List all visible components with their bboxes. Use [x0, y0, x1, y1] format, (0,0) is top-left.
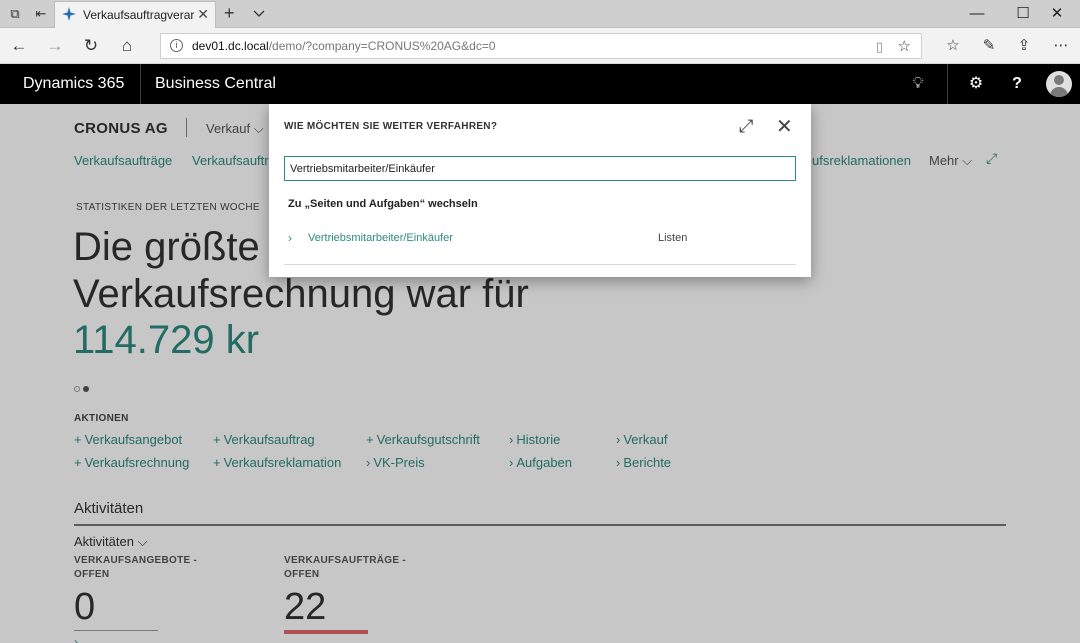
forward-icon[interactable]: →: [44, 35, 66, 57]
search-result-link[interactable]: Vertriebsmitarbeiter/Einkäufer: [308, 232, 453, 244]
app-header: Dynamics 365 Business Central 💡︎ ⚙ ?: [0, 64, 1080, 104]
window-close-icon[interactable]: ✕: [1034, 0, 1080, 28]
url-path: /demo/?company=CRONUS%20AG&dc=0: [268, 39, 496, 53]
search-result-category: Listen: [658, 232, 688, 244]
browser-address-bar: ← → ↻ ⌂ i dev01.dc.local/demo/?company=C…: [0, 28, 1080, 64]
header-divider: [140, 64, 141, 104]
dialog-divider: [284, 264, 796, 265]
search-result-row[interactable]: › Vertriebsmitarbeiter/Einkäufer Listen: [284, 226, 796, 252]
avatar-body: [1050, 87, 1068, 97]
refresh-icon[interactable]: ↻: [80, 35, 102, 57]
home-icon[interactable]: ⌂: [116, 35, 138, 57]
browser-tab[interactable]: Verkaufsauftragverarbei ✕: [54, 1, 216, 28]
favorites-hub-icon[interactable]: ☆: [942, 35, 964, 57]
share-icon[interactable]: ⇪: [1013, 35, 1035, 57]
browser-tab-bar: ⧉ ⇤ Verkaufsauftragverarbei ✕ + — ☐ ✕: [0, 0, 1080, 28]
new-tab-icon[interactable]: +: [224, 3, 235, 24]
site-info-icon[interactable]: i: [170, 39, 183, 52]
set-tabs-aside-icon[interactable]: ⇤: [33, 6, 49, 22]
url-text: dev01.dc.local/demo/?company=CRONUS%20AG…: [192, 39, 496, 53]
chevron-right-icon: ›: [288, 231, 292, 245]
reading-view-icon[interactable]: ▯: [876, 39, 883, 55]
results-section-heading: Zu „Seiten und Aufgaben“ wechseln: [288, 198, 478, 210]
dynamics-favicon-icon: [62, 7, 76, 21]
favorite-star-icon[interactable]: ☆: [898, 37, 911, 55]
tab-title: Verkaufsauftragverarbei: [83, 8, 195, 22]
help-icon[interactable]: ?: [1007, 74, 1027, 94]
tell-me-dialog: WIE MÖCHTEN SIE WEITER VERFAHREN? ⤢ ✕ Zu…: [269, 104, 811, 277]
tab-manager-icon[interactable]: ⧉: [7, 6, 23, 22]
search-input[interactable]: [284, 156, 796, 181]
header-divider: [947, 64, 948, 104]
back-icon[interactable]: ←: [8, 35, 30, 57]
minimize-icon[interactable]: —: [954, 0, 1000, 28]
lightbulb-icon[interactable]: 💡︎: [908, 74, 928, 94]
pen-icon[interactable]: ✎: [978, 35, 1000, 57]
avatar[interactable]: [1046, 71, 1072, 97]
gear-icon[interactable]: ⚙: [966, 74, 986, 94]
avatar-head: [1054, 75, 1064, 85]
url-field[interactable]: i dev01.dc.local/demo/?company=CRONUS%20…: [160, 33, 922, 59]
close-icon[interactable]: ✕: [776, 114, 793, 139]
brand-label[interactable]: Dynamics 365: [23, 75, 124, 93]
chevron-down-icon[interactable]: [252, 6, 266, 20]
expand-icon[interactable]: ⤢: [739, 116, 753, 137]
dialog-title: WIE MÖCHTEN SIE WEITER VERFAHREN?: [284, 121, 498, 132]
more-icon[interactable]: ⋯: [1050, 35, 1072, 57]
url-host: dev01.dc.local: [192, 39, 269, 53]
tab-close-icon[interactable]: ✕: [197, 6, 209, 23]
product-label: Business Central: [155, 75, 276, 92]
